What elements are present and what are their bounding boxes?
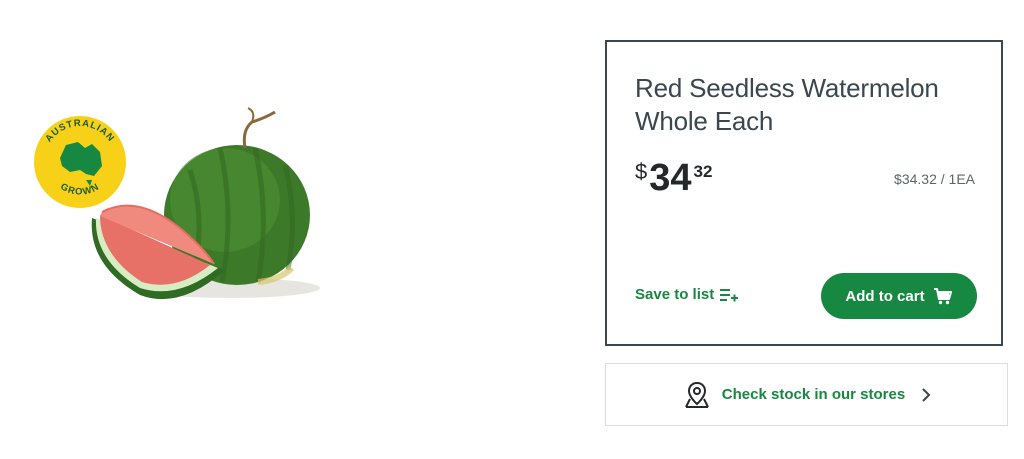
product-image[interactable]: AUSTRALIAN GROWN (30, 100, 340, 315)
add-to-cart-button[interactable]: Add to cart (821, 273, 977, 319)
product-title: Red Seedless Watermelon Whole Each (635, 73, 939, 136)
price-dollars: 34 (649, 157, 692, 199)
product-details-card: Red Seedless Watermelon Whole Each $ 34 … (605, 40, 1003, 346)
cart-icon (933, 288, 952, 305)
watermelon-illustration: AUSTRALIAN GROWN (34, 107, 320, 300)
price-cents: 32 (693, 162, 713, 181)
check-stock-label: Check stock in our stores (721, 386, 906, 403)
unit-price: $34.32 / 1EA (894, 171, 975, 187)
map-pin-icon (682, 380, 712, 410)
save-to-list-label: Save to list (635, 286, 715, 303)
add-to-cart-label: Add to cart (845, 287, 925, 305)
list-add-icon (720, 288, 739, 301)
save-to-list-button[interactable]: Save to list (635, 286, 739, 303)
chevron-right-icon (915, 387, 931, 402)
product-price: $ 34 32 (635, 159, 712, 197)
price-currency: $ (635, 159, 648, 184)
check-stock-button[interactable]: Check stock in our stores (605, 363, 1008, 426)
